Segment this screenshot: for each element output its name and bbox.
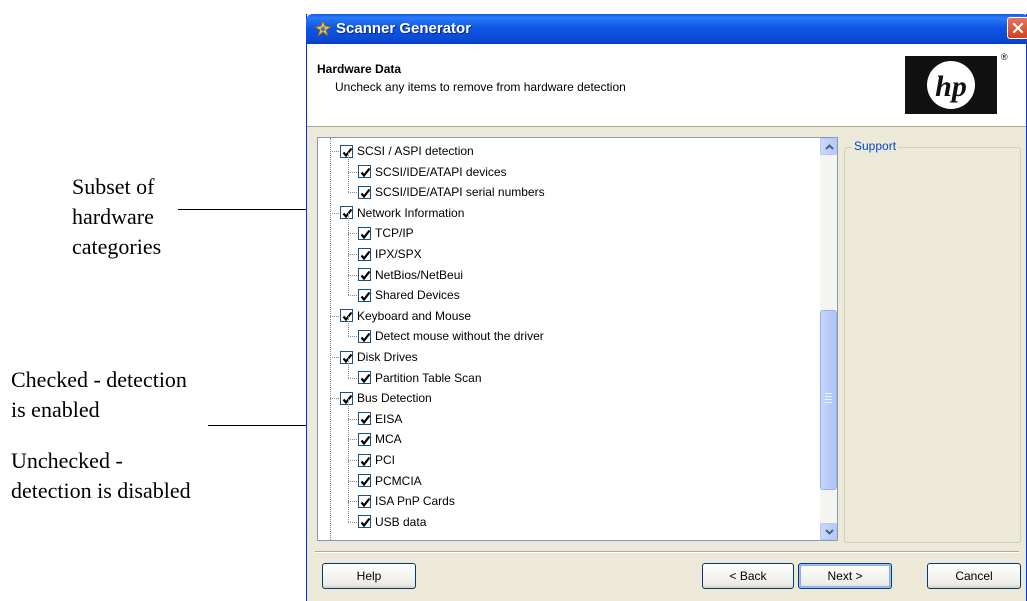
- tree-item-checkbox[interactable]: [358, 412, 371, 426]
- svg-text:hp: hp: [935, 70, 967, 103]
- scroll-up-button[interactable]: [820, 138, 837, 155]
- tree-item[interactable]: NetBios/NetBeui: [358, 265, 463, 285]
- tree-item[interactable]: Partition Table Scan: [358, 368, 482, 388]
- tree-item-checkbox[interactable]: [340, 350, 353, 364]
- footer-separator: [315, 551, 1019, 553]
- tree-item-checkbox[interactable]: [340, 144, 353, 158]
- window-title: Scanner Generator: [336, 20, 472, 37]
- tree-item-checkbox[interactable]: [358, 185, 371, 199]
- tree-item[interactable]: Shared Devices: [358, 285, 460, 305]
- wizard-header: Hardware Data Uncheck any items to remov…: [307, 44, 1026, 127]
- tree-item-checkbox[interactable]: [358, 268, 371, 282]
- tree-item-label: PCMCIA: [375, 473, 422, 488]
- tree-item[interactable]: MCA: [358, 429, 402, 449]
- scanner-generator-window: Scanner Generator Hardware Data Uncheck …: [306, 14, 1027, 601]
- close-button[interactable]: [1007, 17, 1027, 39]
- hardware-tree[interactable]: SCSI / ASPI detection SCSI/IDE/ATAPI devi…: [317, 137, 838, 541]
- tree-item-label: MCA: [375, 432, 402, 447]
- cancel-button[interactable]: Cancel: [927, 563, 1021, 589]
- tree-item-checkbox[interactable]: [358, 453, 371, 467]
- tree-item[interactable]: Detect mouse without the driver: [358, 326, 544, 346]
- page-subtitle: Uncheck any items to remove from hardwar…: [335, 80, 626, 94]
- hp-logo: hp: [905, 56, 997, 114]
- tree-item-checkbox[interactable]: [358, 371, 371, 385]
- tree-item-checkbox[interactable]: [358, 515, 371, 529]
- tree-item-checkbox[interactable]: [340, 206, 353, 220]
- tree-item[interactable]: IPX/SPX: [358, 244, 422, 264]
- chevron-down-icon: [825, 529, 834, 535]
- tree-item-checkbox[interactable]: [340, 391, 353, 405]
- chevron-up-icon: [825, 144, 834, 150]
- tree-item[interactable]: EISA: [358, 409, 402, 429]
- tree-item-checkbox[interactable]: [358, 247, 371, 261]
- tree-item-checkbox[interactable]: [358, 226, 371, 240]
- tree-item-checkbox[interactable]: [358, 474, 371, 488]
- annotation-unchecked-text: Unchecked - detection is disabled: [11, 448, 191, 503]
- tree-item[interactable]: ISA PnP Cards: [358, 491, 455, 511]
- tree-item[interactable]: Bus Detection: [340, 388, 432, 408]
- title-bar: Scanner Generator: [306, 14, 1027, 44]
- tree-item-label: Detect mouse without the driver: [375, 329, 544, 344]
- tree-item-label: Network Information: [357, 205, 465, 220]
- tree-item-checkbox[interactable]: [358, 288, 371, 302]
- annotation-subset-text: Subset of hardware categories: [72, 174, 162, 259]
- tree-item[interactable]: PCI: [358, 450, 395, 470]
- tree-item[interactable]: PCMCIA: [358, 471, 422, 491]
- page-title: Hardware Data: [317, 62, 402, 76]
- tree-item-label: SCSI/IDE/ATAPI serial numbers: [375, 185, 545, 200]
- tree-item-checkbox[interactable]: [358, 494, 371, 508]
- tree-item-label: USB data: [375, 514, 427, 529]
- tree-item-label: NetBios/NetBeui: [375, 267, 464, 282]
- tree-item-checkbox[interactable]: [358, 165, 371, 179]
- app-icon: [313, 19, 333, 38]
- tree-item-label: Bus Detection: [357, 391, 432, 406]
- tree-item-checkbox[interactable]: [358, 329, 371, 343]
- tree-item-label: ISA PnP Cards: [375, 494, 455, 509]
- scroll-thumb[interactable]: [820, 310, 837, 490]
- tree-scrollbar[interactable]: [820, 138, 837, 540]
- next-button[interactable]: Next >: [798, 563, 892, 589]
- support-group: [844, 147, 1021, 543]
- tree-item-checkbox[interactable]: [358, 432, 371, 446]
- tree-item[interactable]: USB data: [358, 512, 426, 532]
- back-button[interactable]: < Back: [702, 563, 794, 589]
- tree-item[interactable]: Keyboard and Mouse: [340, 306, 471, 326]
- tree-item-label: SCSI / ASPI detection: [357, 144, 474, 158]
- tree-item[interactable]: TCP/IP: [358, 223, 414, 243]
- tree-item-label: IPX/SPX: [375, 247, 422, 261]
- tree-item[interactable]: SCSI/IDE/ATAPI devices: [358, 162, 507, 182]
- help-button[interactable]: Help: [322, 563, 416, 589]
- scroll-down-button[interactable]: [820, 523, 837, 540]
- tree-item[interactable]: Disk Drives: [340, 347, 418, 367]
- tree-item-checkbox[interactable]: [340, 309, 353, 323]
- tree-item-label: Keyboard and Mouse: [357, 308, 472, 323]
- tree-item-label: EISA: [375, 411, 403, 426]
- tree-item[interactable]: SCSI / ASPI detection: [340, 141, 474, 161]
- tree-item-label: PCI: [375, 453, 396, 467]
- tree-item-label: Partition Table Scan: [375, 370, 482, 385]
- close-icon: [1012, 22, 1024, 34]
- tree-item[interactable]: SCSI/IDE/ATAPI serial numbers: [358, 182, 545, 202]
- tree-item-label: Disk Drives: [357, 350, 418, 364]
- support-label: Support: [852, 139, 899, 153]
- annotation-checked-text: Checked - detection is enabled: [11, 367, 187, 422]
- tree-item-label: TCP/IP: [375, 226, 414, 241]
- tree-item-label: SCSI/IDE/ATAPI devices: [375, 164, 507, 179]
- registered-mark: ®: [1001, 52, 1008, 62]
- tree-item-label: Shared Devices: [375, 288, 460, 303]
- tree-item[interactable]: Network Information: [340, 203, 464, 223]
